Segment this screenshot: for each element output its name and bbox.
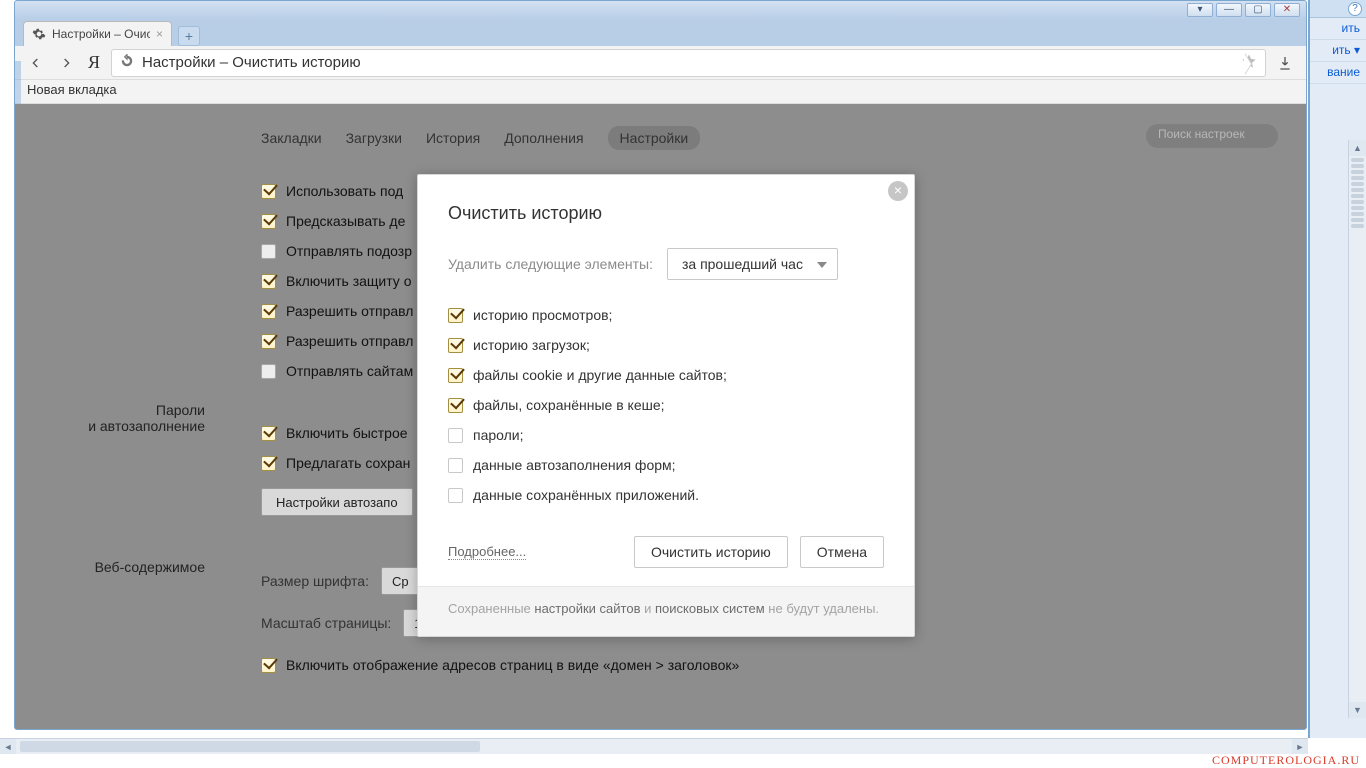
setting-label: Отправлять подозр — [286, 243, 412, 259]
window-maximize-button[interactable]: ▢ — [1245, 3, 1271, 17]
dialog-close-button[interactable]: × — [888, 181, 908, 201]
checkbox[interactable] — [261, 426, 276, 441]
dialog-checkbox-label: данные автозаполнения форм; — [473, 457, 676, 473]
checkbox[interactable] — [261, 304, 276, 319]
browser-window: ▾ — ▢ ✕ Настройки – Очистит × + Я Настро… — [14, 0, 1307, 730]
window-close-button[interactable]: ✕ — [1274, 3, 1300, 17]
watermark-text: COMPUTEROLOGIA.RU — [1212, 753, 1360, 768]
font-size-label: Размер шрифта: — [261, 573, 369, 589]
dialog-checkbox-label: пароли; — [473, 427, 524, 443]
reload-icon[interactable] — [120, 54, 134, 71]
tab-title: Настройки – Очистит — [52, 27, 150, 41]
checkbox[interactable] — [261, 456, 276, 471]
dialog-checkbox[interactable] — [448, 398, 463, 413]
bookmarks-bar[interactable]: Новая вкладка — [15, 80, 1306, 104]
settings-topnav: Закладки Загрузки История Дополнения Нас… — [15, 104, 1306, 162]
setting-label: Предлагать сохран — [286, 455, 410, 471]
nav-history[interactable]: История — [426, 130, 480, 146]
window-minimize-button[interactable]: — — [1216, 3, 1242, 17]
scroll-right-icon[interactable]: ► — [1292, 739, 1308, 754]
dialog-checkbox[interactable] — [448, 488, 463, 503]
rp-item: ить — [1310, 18, 1366, 40]
checkbox[interactable] — [261, 214, 276, 229]
bookmarks-bar-item[interactable]: Новая вкладка — [27, 82, 117, 97]
section-label-passwords: Паролии автозаполнение — [15, 402, 245, 434]
dialog-checkbox-label: файлы, сохранённые в кеше; — [473, 397, 665, 413]
page-content-scrim: Закладки Загрузки История Дополнения Нас… — [15, 104, 1306, 729]
settings-search-input[interactable]: Поиск настроек — [1146, 124, 1278, 148]
dialog-checkbox[interactable] — [448, 458, 463, 473]
scroll-down-icon[interactable]: ▼ — [1349, 702, 1366, 718]
setting-label: Включить быстрое — [286, 425, 408, 441]
checkbox[interactable] — [261, 274, 276, 289]
autofill-settings-button[interactable]: Настройки автозапо — [261, 488, 413, 516]
dialog-checkbox-label: историю загрузок; — [473, 337, 590, 353]
clear-history-button[interactable]: Очистить историю — [634, 536, 788, 568]
addressbar-arrow-icon — [1250, 50, 1266, 76]
window-dropdown-button[interactable]: ▾ — [1187, 3, 1213, 17]
new-tab-button[interactable]: + — [178, 26, 200, 46]
cancel-button[interactable]: Отмена — [800, 536, 884, 568]
dialog-checkbox[interactable] — [448, 338, 463, 353]
dialog-title: Очистить историю — [418, 175, 914, 230]
dialog-checkbox-label: данные сохранённых приложений. — [473, 487, 699, 503]
address-text: Настройки – Очистить историю — [142, 54, 1241, 71]
dialog-footnote: Сохраненные настройки сайтов и поисковых… — [418, 586, 914, 636]
checkbox[interactable] — [261, 184, 276, 199]
outer-window-right-panel: ить ить ▾ вание ▲ ▼ — [1308, 0, 1366, 738]
nav-extensions[interactable]: Дополнения — [504, 130, 583, 146]
outer-scrollbar-vertical[interactable]: ▲ ▼ — [1348, 140, 1366, 718]
address-bar[interactable]: Настройки – Очистить историю — [111, 49, 1266, 77]
dialog-checkbox-label: историю просмотров; — [473, 307, 612, 323]
dialog-checkbox[interactable] — [448, 428, 463, 443]
rp-item: вание — [1310, 62, 1366, 84]
yandex-logo-icon[interactable]: Я — [85, 52, 103, 73]
time-range-select[interactable]: за прошедший час — [667, 248, 838, 280]
setting-label: Отправлять сайтам — [286, 363, 413, 379]
browser-tab[interactable]: Настройки – Очистит × — [23, 21, 172, 46]
gear-icon — [32, 27, 46, 41]
learn-more-link[interactable]: Подробнее... — [448, 544, 526, 560]
back-button[interactable] — [25, 52, 47, 74]
nav-settings[interactable]: Настройки — [608, 126, 701, 150]
forward-button[interactable] — [55, 52, 77, 74]
dialog-checkbox-label: файлы cookie и другие данные сайтов; — [473, 367, 727, 383]
scroll-thumb[interactable] — [20, 741, 480, 752]
downloads-button[interactable] — [1274, 52, 1296, 74]
setting-label: Разрешить отправл — [286, 333, 413, 349]
dialog-checkbox[interactable] — [448, 368, 463, 383]
scroll-left-icon[interactable]: ◄ — [0, 739, 16, 754]
rp-item[interactable]: ить ▾ — [1310, 40, 1366, 62]
nav-downloads[interactable]: Загрузки — [346, 130, 402, 146]
checkbox[interactable] — [261, 244, 276, 259]
clear-history-dialog: × Очистить историю Удалить следующие эле… — [417, 174, 915, 637]
dialog-checkbox[interactable] — [448, 308, 463, 323]
window-titlebar: ▾ — ▢ ✕ — [15, 1, 1306, 19]
outer-scrollbar-horizontal[interactable]: ◄ ► — [0, 738, 1308, 754]
scroll-up-icon[interactable]: ▲ — [1349, 140, 1366, 156]
setting-label: Включить отображение адресов страниц в в… — [286, 657, 739, 673]
checkbox[interactable] — [261, 658, 276, 673]
setting-label: Использовать под — [286, 183, 403, 199]
setting-label: Разрешить отправл — [286, 303, 413, 319]
delete-items-label: Удалить следующие элементы: — [448, 256, 653, 272]
tab-close-icon[interactable]: × — [156, 27, 163, 41]
checkbox[interactable] — [261, 364, 276, 379]
nav-bookmarks[interactable]: Закладки — [261, 130, 322, 146]
section-label-webcontent: Веб-содержимое — [15, 559, 245, 575]
checkbox[interactable] — [261, 334, 276, 349]
tab-strip: Настройки – Очистит × + — [15, 19, 1306, 46]
page-zoom-label: Масштаб страницы: — [261, 615, 391, 631]
browser-toolbar: Я Настройки – Очистить историю — [15, 46, 1306, 80]
setting-label: Предсказывать де — [286, 213, 405, 229]
setting-label: Включить защиту о — [286, 273, 411, 289]
